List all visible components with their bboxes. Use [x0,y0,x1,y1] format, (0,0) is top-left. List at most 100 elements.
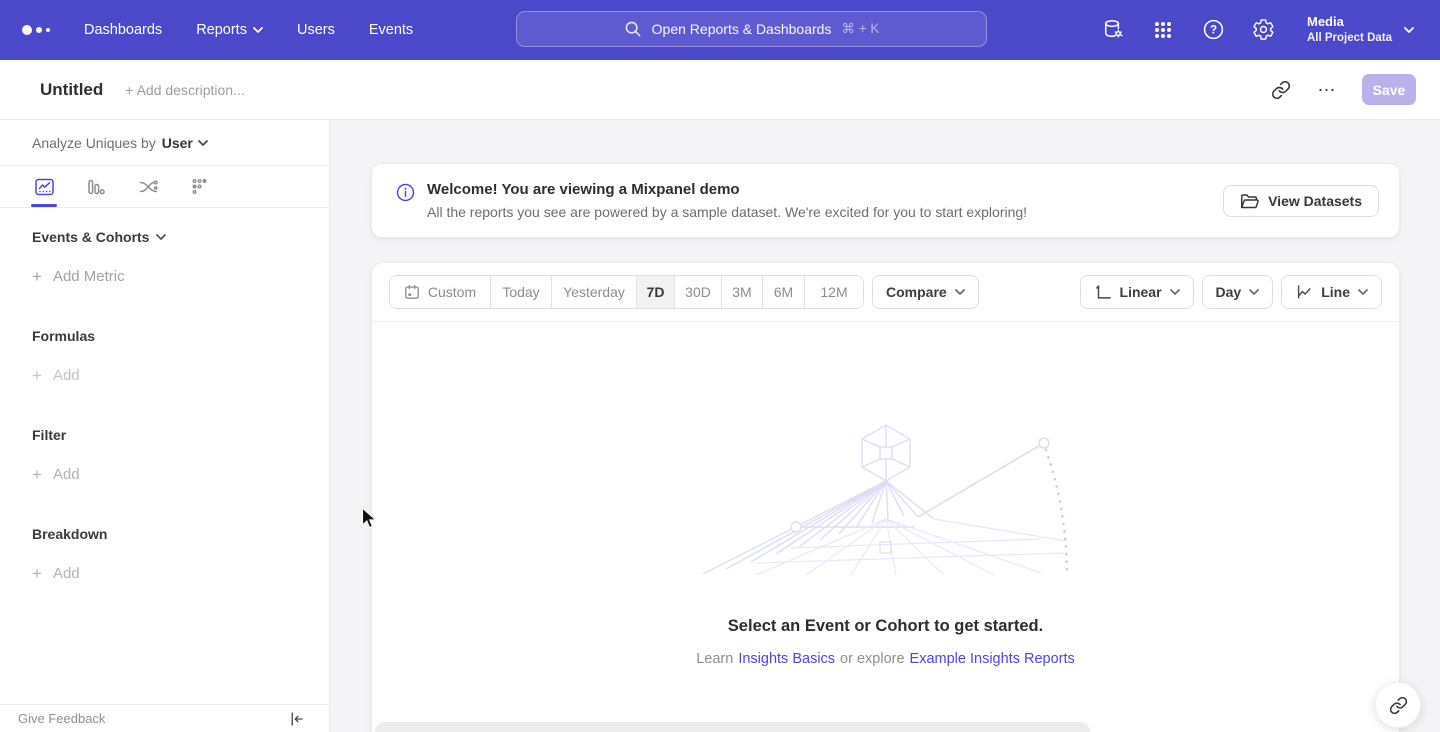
time-range-6m[interactable]: 6M [763,276,805,308]
project-name: All Project Data [1307,31,1392,46]
top-navbar: Dashboards Reports Users Events Open Rep… [0,0,1440,60]
nav-dashboards[interactable]: Dashboards [84,22,162,38]
add-filter-button[interactable]: + Add [32,466,329,483]
compare-label: Compare [886,284,947,300]
time-range-label: Today [502,284,539,300]
apps-grid-icon[interactable] [1151,18,1175,42]
time-range-30d[interactable]: 30D [675,276,722,308]
time-range-custom[interactable]: Custom [390,276,491,308]
global-search-input[interactable]: Open Reports & Dashboards ⌘ + K [516,11,987,47]
add-description-field[interactable]: + Add description... [125,82,244,98]
linear-axis-icon [1094,283,1112,301]
tab-bar-chart[interactable] [83,168,109,206]
banner-body: All the reports you see are powered by a… [427,204,1027,220]
info-icon [396,183,415,202]
example-insights-reports-link[interactable]: Example Insights Reports [910,651,1075,667]
save-button[interactable]: Save [1362,74,1416,105]
time-range-label: 7D [647,284,665,300]
events-cohorts-section-title[interactable]: Events & Cohorts [32,229,329,245]
scale-label: Linear [1120,284,1162,300]
nav-reports[interactable]: Reports [196,22,263,38]
insights-basics-link[interactable]: Insights Basics [738,651,835,667]
time-range-selector: Custom Today Yesterday 7D 30D 3M 6M 12M [389,275,864,309]
help-icon[interactable]: ? [1201,18,1225,42]
time-range-label: 6M [774,284,793,300]
scale-dropdown[interactable]: Linear [1080,275,1194,309]
more-options-icon[interactable]: ⋯ [1316,79,1338,101]
time-range-label: Custom [428,284,476,300]
empty-state-title: Select an Event or Cohort to get started… [728,617,1043,636]
bar-chart-icon [86,177,106,197]
subtitle-text: or explore [840,651,904,667]
banner-title: Welcome! You are viewing a Mixpanel demo [427,181,1027,198]
collapse-sidebar-icon[interactable] [287,710,305,728]
calendar-icon [404,284,420,300]
tab-insights-chart[interactable] [31,168,57,206]
link-icon [1389,696,1408,715]
nav-label: Reports [196,22,247,38]
report-card: Custom Today Yesterday 7D 30D 3M 6M 12M … [371,262,1400,732]
nav-users[interactable]: Users [297,22,335,38]
chevron-down-icon [253,27,263,33]
time-range-label: 12M [820,284,847,300]
report-title[interactable]: Untitled [40,80,103,100]
time-range-label: Yesterday [563,284,625,300]
share-link-fab[interactable] [1375,682,1421,728]
compare-dropdown[interactable]: Compare [872,275,979,309]
plus-icon: + [32,468,42,482]
plus-icon: + [32,369,42,383]
analyze-value-label: User [162,135,193,151]
chevron-down-icon [198,140,208,146]
add-label: Add Metric [53,268,125,285]
mixpanel-logo-icon[interactable] [22,25,50,35]
search-shortcut: ⌘ + K [841,21,879,37]
workspace-name: Media [1307,14,1392,31]
tab-flow-chart[interactable] [135,168,161,206]
nav-label: Dashboards [84,22,162,38]
data-management-icon[interactable] [1101,18,1125,42]
nav-label: Users [297,22,335,38]
time-range-3m[interactable]: 3M [722,276,763,308]
flows-icon [138,177,159,197]
retention-dots-icon [190,177,210,197]
empty-state-illustration [696,423,1076,575]
time-range-7d[interactable]: 7D [637,276,675,308]
interval-dropdown[interactable]: Day [1202,275,1274,309]
tab-retention-chart[interactable] [187,168,213,206]
chevron-down-icon [1404,27,1414,33]
view-datasets-button[interactable]: View Datasets [1223,185,1379,217]
settings-gear-icon[interactable] [1251,18,1275,42]
plus-icon: + [32,270,42,284]
query-builder-sidebar: Analyze Uniques by User [0,120,330,732]
copy-link-icon[interactable] [1270,79,1292,101]
add-breakdown-button[interactable]: + Add [32,565,329,582]
breakdown-section-title: Breakdown [32,526,329,542]
nav-events[interactable]: Events [369,22,413,38]
sidebar-footer: Give Feedback [0,704,329,732]
chart-type-label: Line [1321,284,1350,300]
add-label: Add [53,565,80,582]
add-label: Add [53,367,80,384]
add-formula-button[interactable]: + Add [32,367,329,384]
welcome-banner: Welcome! You are viewing a Mixpanel demo… [371,163,1400,238]
plus-icon: + [32,567,42,581]
time-range-12m[interactable]: 12M [805,276,863,308]
next-section-edge [375,722,1090,732]
analyze-by-dropdown[interactable]: User [162,135,208,151]
give-feedback-link[interactable]: Give Feedback [18,711,105,726]
view-datasets-label: View Datasets [1268,193,1362,209]
report-header: Untitled + Add description... ⋯ Save [0,60,1440,120]
chart-type-dropdown[interactable]: Line [1281,275,1382,309]
chart-type-tabs [0,166,329,208]
project-switcher[interactable]: Media All Project Data [1307,14,1414,46]
time-range-yesterday[interactable]: Yesterday [552,276,637,308]
folder-icon [1240,193,1259,210]
primary-nav: Dashboards Reports Users Events [84,22,413,38]
time-range-today[interactable]: Today [491,276,552,308]
add-metric-button[interactable]: + Add Metric [32,268,329,285]
chevron-down-icon [1170,289,1180,295]
chevron-down-icon [1249,289,1259,295]
section-title-label: Breakdown [32,526,107,542]
search-icon [624,20,642,38]
subtitle-text: Learn [696,651,733,667]
